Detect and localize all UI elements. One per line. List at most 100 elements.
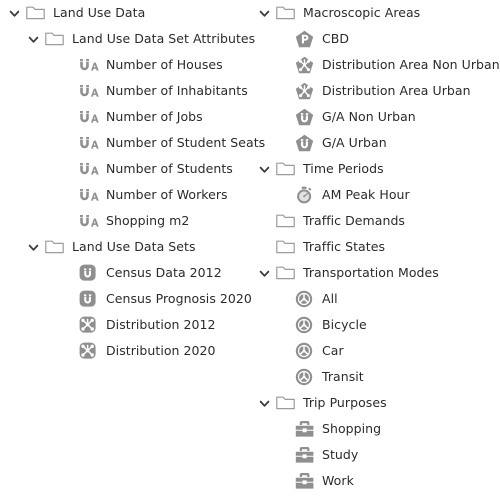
tree-item[interactable]: Land Use Data Set Attributes xyxy=(0,26,255,52)
steering-wheel-icon xyxy=(293,367,315,387)
tree-item[interactable]: Shopping m2 xyxy=(0,208,250,234)
tree-item-label: Traffic States xyxy=(303,239,386,254)
folder-icon xyxy=(24,3,46,23)
twisty-placeholder xyxy=(273,26,293,52)
steering-wheel-icon xyxy=(293,289,315,309)
tree-item[interactable]: Car xyxy=(250,338,500,364)
twisty-placeholder xyxy=(273,416,293,442)
twisty-placeholder xyxy=(57,312,77,338)
twisty-placeholder xyxy=(57,338,77,364)
tree-item[interactable]: Distribution 2012 xyxy=(0,312,250,338)
tree-item-label: Land Use Data Sets xyxy=(72,239,196,254)
attribute-magnet-a-icon xyxy=(77,159,99,179)
chevron-down-icon[interactable] xyxy=(254,390,274,416)
tree-item[interactable]: Number of Workers xyxy=(0,182,250,208)
tree-item[interactable]: Time Periods xyxy=(250,156,500,182)
tree-item[interactable]: Distribution Area Urban xyxy=(250,78,500,104)
tree-item[interactable]: AM Peak Hour xyxy=(250,182,500,208)
tree-item[interactable]: Census Data 2012 xyxy=(0,260,250,286)
twisty-placeholder xyxy=(57,130,77,156)
folder-icon xyxy=(43,29,65,49)
chevron-down-icon[interactable] xyxy=(23,26,43,52)
tree-item[interactable]: Number of Inhabitants xyxy=(0,78,250,104)
tree-item[interactable]: Land Use Data xyxy=(0,0,250,26)
attribute-magnet-a-icon xyxy=(77,211,99,231)
tree-item-label: Macroscopic Areas xyxy=(303,5,421,20)
tree-item[interactable]: Trip Purposes xyxy=(250,390,500,416)
tree-item[interactable]: Distribution 2020 xyxy=(0,338,250,364)
twisty-placeholder xyxy=(57,208,77,234)
tree-item[interactable]: Number of Jobs xyxy=(0,104,250,130)
attribute-magnet-a-icon xyxy=(77,185,99,205)
tree-item-label: Shopping m2 xyxy=(106,213,190,228)
distribution-burst-icon xyxy=(77,341,99,361)
tree-item-label: Work xyxy=(322,473,354,488)
twisty-placeholder xyxy=(57,78,77,104)
tree-item-label: Time Periods xyxy=(303,161,384,176)
tree-item-label: Car xyxy=(322,343,344,358)
tree-item-label: Study xyxy=(322,447,359,462)
tree-item[interactable]: All xyxy=(250,286,500,312)
tree-item-label: Number of Houses xyxy=(106,57,223,72)
distribution-burst-icon xyxy=(77,315,99,335)
twisty-placeholder xyxy=(273,468,293,494)
tree-item[interactable]: G/A Urban xyxy=(250,130,500,156)
tree-item-label: Number of Jobs xyxy=(106,109,203,124)
folder-icon xyxy=(274,159,296,179)
twisty-placeholder xyxy=(57,52,77,78)
tree-item-label: Number of Student Seats xyxy=(106,135,266,150)
pentagon-burst-icon xyxy=(293,81,315,101)
tree-item[interactable]: Transportation Modes xyxy=(250,260,500,286)
tree-item[interactable]: Study xyxy=(250,442,500,468)
folder-icon xyxy=(274,3,296,23)
tree-panes: Land Use Data Land Use Data Set Attribute… xyxy=(0,0,500,500)
folder-icon xyxy=(43,237,65,257)
chevron-down-icon[interactable] xyxy=(4,0,24,26)
chevron-down-icon[interactable] xyxy=(254,260,274,286)
tree-item-label: Distribution 2012 xyxy=(106,317,216,332)
tree-item[interactable]: Number of Students xyxy=(0,156,250,182)
attribute-magnet-a-icon xyxy=(77,55,99,75)
tree-item-label: All xyxy=(322,291,338,306)
tree-item[interactable]: G/A Non Urban xyxy=(250,104,500,130)
steering-wheel-icon xyxy=(293,315,315,335)
twisty-placeholder xyxy=(273,182,293,208)
tree-item[interactable]: Distribution Area Non Urban xyxy=(250,52,500,78)
tree-item-label: Shopping xyxy=(322,421,382,436)
twisty-placeholder xyxy=(57,156,77,182)
tree-item[interactable]: Shopping xyxy=(250,416,500,442)
tree-item[interactable]: CBD xyxy=(250,26,500,52)
stopwatch-icon xyxy=(293,185,315,205)
tree-column-right: Macroscopic Areas CBD Distribution Area No… xyxy=(250,0,500,500)
tree-item[interactable]: Bicycle xyxy=(250,312,500,338)
tree-item[interactable]: Transit xyxy=(250,364,500,390)
tree-item[interactable]: Number of Houses xyxy=(0,52,250,78)
attribute-magnet-a-icon xyxy=(77,81,99,101)
chevron-down-icon[interactable] xyxy=(254,156,274,182)
tree-item[interactable]: Traffic States xyxy=(250,234,500,260)
twisty-placeholder xyxy=(273,338,293,364)
tree-item-label: Distribution 2020 xyxy=(106,343,216,358)
tree-item-label: Census Prognosis 2020 xyxy=(106,291,252,306)
tree-item-label: Census Data 2012 xyxy=(106,265,222,280)
tree-item[interactable]: Traffic Demands xyxy=(250,208,500,234)
tree-item-label: Number of Students xyxy=(106,161,233,176)
chevron-down-icon[interactable] xyxy=(254,0,274,26)
steering-wheel-icon xyxy=(293,341,315,361)
tree-item-label: AM Peak Hour xyxy=(322,187,410,202)
tree-item[interactable]: Number of Student Seats xyxy=(0,130,265,156)
twisty-placeholder xyxy=(273,312,293,338)
tree-item-label: Trip Purposes xyxy=(303,395,387,410)
twisty-placeholder xyxy=(57,260,77,286)
chevron-down-icon[interactable] xyxy=(23,234,43,260)
tree-item[interactable]: Census Prognosis 2020 xyxy=(0,286,252,312)
briefcase-icon xyxy=(293,471,315,491)
folder-icon xyxy=(274,263,296,283)
tree-item[interactable]: Land Use Data Sets xyxy=(0,234,250,260)
twisty-placeholder xyxy=(57,182,77,208)
tree-item[interactable]: Macroscopic Areas xyxy=(250,0,500,26)
twisty-placeholder xyxy=(273,442,293,468)
twisty-placeholder xyxy=(273,286,293,312)
folder-icon xyxy=(274,211,296,231)
tree-item[interactable]: Work xyxy=(250,468,500,494)
